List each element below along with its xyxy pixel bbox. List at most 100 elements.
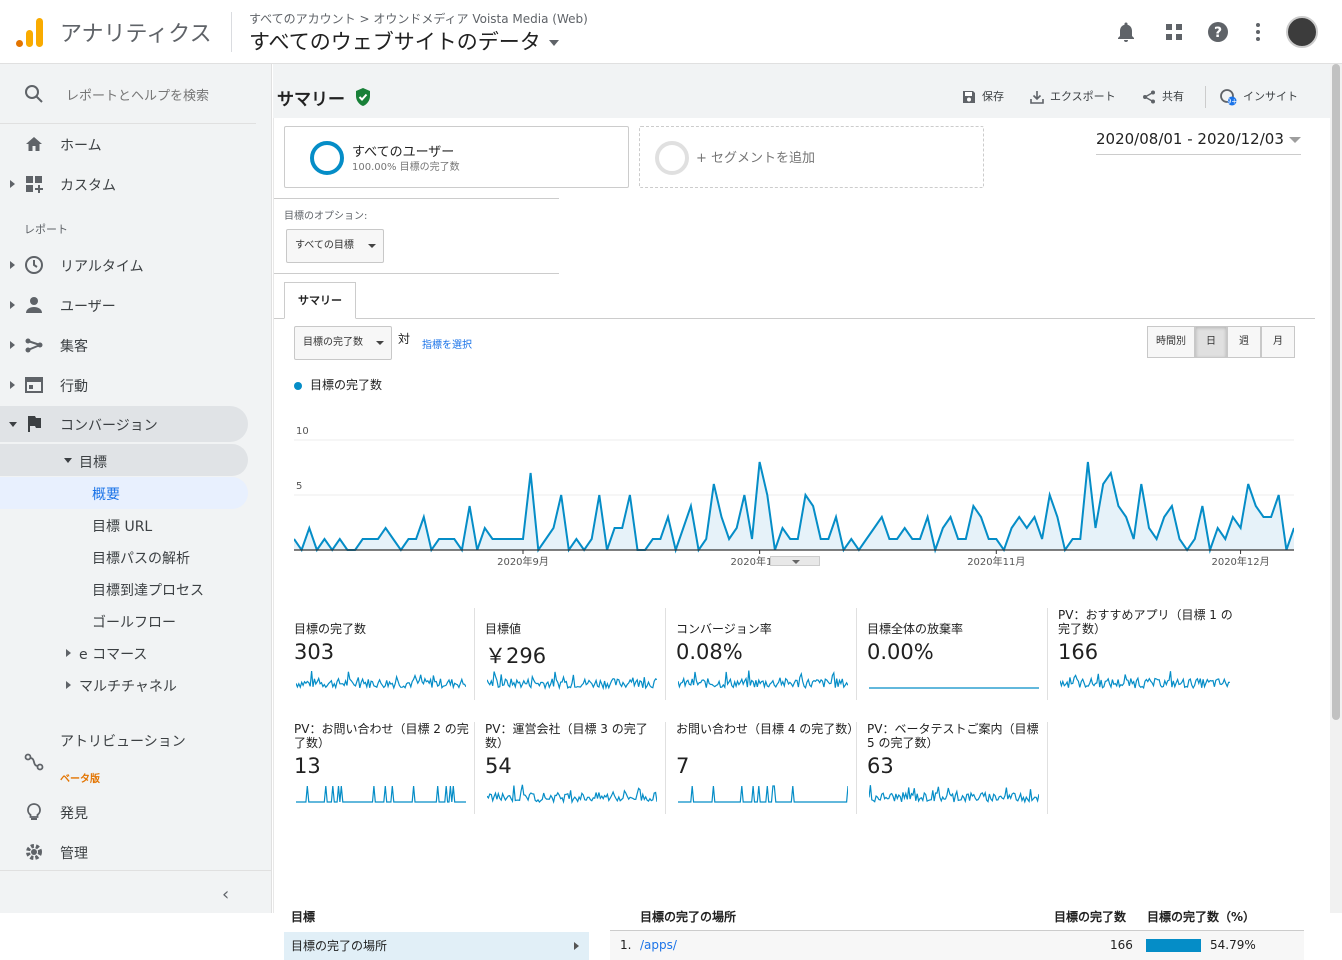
sidebar-item-ecommerce[interactable]: e コマース	[0, 637, 256, 669]
top-header: アナリティクス すべてのアカウント > オウンドメディア Voista Medi…	[0, 0, 1342, 64]
main-content: サマリー 保存 エクスポート 共有 9+ インサイト すべてのユーザー 100.0…	[273, 64, 1342, 960]
tab-bar-line	[274, 318, 1315, 319]
goal-dimension-row[interactable]: 目標の完了の場所	[284, 932, 589, 960]
metric-select[interactable]: 目標の完了数	[294, 326, 392, 360]
period-month-button[interactable]: 月	[1261, 326, 1295, 358]
sidebar-item-behavior[interactable]: 行動	[0, 367, 256, 403]
sidebar-item-realtime[interactable]: リアルタイム	[0, 247, 256, 283]
metric-tile[interactable]: 目標値 ￥296	[485, 608, 665, 708]
metric-tile[interactable]: PV：お問い合わせ（目標 2 の完了数） 13	[294, 722, 474, 822]
save-button[interactable]: 保存	[962, 88, 1004, 104]
metric-tile[interactable]: 目標全体の放棄率 0.00%	[867, 608, 1047, 708]
metric-tile[interactable]: コンバージョン率 0.08%	[676, 608, 856, 708]
sidebar-item-label: カスタム	[60, 178, 116, 194]
page-scrollbar[interactable]	[1330, 64, 1342, 913]
user-avatar[interactable]	[1286, 16, 1318, 48]
verified-shield-icon	[356, 88, 370, 106]
insights-button[interactable]: 9+ インサイト	[1219, 88, 1298, 106]
metric-tile[interactable]: PV：運営会社（目標 3 の完了数） 54	[485, 722, 665, 822]
sidebar-item-acquisition[interactable]: 集客	[0, 327, 256, 363]
account-breadcrumb[interactable]: すべてのアカウント > オウンドメディア Voista Media (Web)	[249, 10, 588, 27]
bell-icon[interactable]	[1114, 20, 1138, 44]
collapse-sidebar-icon[interactable]: ‹	[222, 884, 229, 905]
metric-tile[interactable]: お問い合わせ（目標 4 の完了数） 7	[676, 722, 860, 822]
goal-options: 目標のオプション: すべての目標	[274, 198, 559, 274]
sidebar-item-custom[interactable]: カスタム	[0, 166, 256, 202]
row-path-link[interactable]: /apps/	[640, 931, 677, 959]
goal-select[interactable]: すべての目標	[286, 229, 384, 263]
save-label: 保存	[982, 90, 1004, 103]
sidebar-item-label: アトリビューション	[60, 734, 186, 750]
expand-arrow-icon	[10, 301, 15, 309]
add-segment-button[interactable]: + セグメントを追加	[639, 126, 984, 188]
period-day-button[interactable]: 日	[1195, 326, 1227, 358]
export-label: エクスポート	[1050, 90, 1116, 103]
y-tick-label: 5	[296, 481, 302, 492]
sidebar-item-overview[interactable]: 概要	[0, 477, 248, 509]
attribution-icon	[24, 753, 44, 771]
segment-all-users[interactable]: すべてのユーザー 100.00% 目標の完了数	[284, 126, 629, 188]
date-range-picker[interactable]: 2020/08/01 - 2020/12/03	[1096, 130, 1301, 155]
export-button[interactable]: エクスポート	[1030, 88, 1116, 104]
more-vert-icon[interactable]	[1246, 20, 1270, 44]
metric-tile-value: 166	[1058, 640, 1099, 664]
metric-tile-value: ￥296	[485, 644, 547, 668]
goal-completions-chart[interactable]: 1052020年9月 2020年10月 2020年11月 2020年12月	[294, 400, 1294, 570]
help-icon[interactable]: ?	[1206, 20, 1230, 44]
x-tick-label: 2020年9月	[497, 555, 549, 568]
legend-label: 目標の完了数	[310, 378, 383, 392]
chart-expand-toggle[interactable]	[770, 556, 820, 566]
sidebar-search[interactable]: レポートとヘルプを検索	[0, 64, 256, 124]
metric-tile[interactable]: PV：ベータテストご案内（目標 5 の完了数） 63	[867, 722, 1047, 822]
row-completions: 166	[1110, 938, 1133, 952]
period-hourly-button[interactable]: 時間別	[1147, 326, 1195, 358]
metric-tile[interactable]: PV：おすすめアプリ（目標 1 の完了数） 166	[1058, 608, 1238, 708]
sidebar-item-reverse-goal-path[interactable]: 目標パスの解析	[0, 541, 256, 573]
acquisition-icon	[25, 338, 43, 353]
sidebar-item-funnel[interactable]: 目標到達プロセス	[0, 573, 256, 605]
scrollbar-thumb[interactable]	[1332, 64, 1340, 720]
col-header-percent: 目標の完了数（%）	[1147, 910, 1256, 924]
header-divider	[231, 12, 232, 52]
home-icon	[26, 137, 42, 151]
metric-sparkline	[296, 785, 466, 803]
tile-divider	[1047, 608, 1048, 700]
property-selector[interactable]: すべてのウェブサイトのデータ	[249, 26, 559, 56]
sidebar-item-users[interactable]: ユーザー	[0, 287, 256, 323]
metric-sparkline	[296, 670, 466, 690]
sidebar-item-label: 目標到達プロセス	[92, 583, 204, 599]
browser-window-icon	[25, 377, 43, 393]
tile-divider	[1047, 722, 1048, 814]
sidebar-item-label: ユーザー	[60, 299, 116, 315]
row-percent-bar	[1146, 939, 1201, 952]
metric-tile[interactable]: 目標の完了数 303	[294, 608, 474, 708]
tile-divider	[856, 608, 857, 700]
sidebar-item-goals[interactable]: 目標	[0, 444, 248, 476]
metric-tile-label: お問い合わせ（目標 4 の完了数）	[676, 722, 860, 736]
sidebar-item-label: 目標	[79, 455, 107, 471]
sidebar-item-multichannel[interactable]: マルチチャネル	[0, 669, 256, 701]
metric-tile-value: 303	[294, 640, 335, 664]
sidebar-item-goal-flow[interactable]: ゴールフロー	[0, 605, 256, 637]
sparkline-path	[678, 785, 848, 803]
metric-sparkline	[487, 784, 657, 805]
sidebar-item-discover[interactable]: 発見	[0, 794, 256, 830]
tab-summary[interactable]: サマリー	[284, 282, 356, 319]
share-button[interactable]: 共有	[1142, 88, 1184, 104]
select-metric-link[interactable]: 指標を選択	[422, 336, 472, 351]
sidebar-item-admin[interactable]: 管理	[0, 834, 256, 870]
table-row: 1. /apps/ 166 54.79%	[610, 930, 1304, 960]
sidebar-item-goal-url[interactable]: 目標 URL	[0, 509, 256, 541]
gear-icon	[26, 844, 42, 860]
empty-segment-ring-icon	[655, 141, 689, 175]
sparkline-path	[869, 785, 1039, 804]
sidebar-item-attribution[interactable]: アトリビューション	[0, 730, 256, 786]
apps-grid-icon[interactable]	[1162, 20, 1186, 44]
sidebar-item-home[interactable]: ホーム	[0, 126, 256, 162]
sidebar-item-label: 目標 URL	[92, 519, 153, 535]
analytics-logo[interactable]	[16, 18, 44, 48]
sidebar-item-label: ホーム	[60, 138, 102, 154]
period-week-button[interactable]: 週	[1227, 326, 1261, 358]
metric-sparkline	[869, 687, 1039, 689]
sidebar-item-conversions[interactable]: コンバージョン	[0, 406, 248, 442]
